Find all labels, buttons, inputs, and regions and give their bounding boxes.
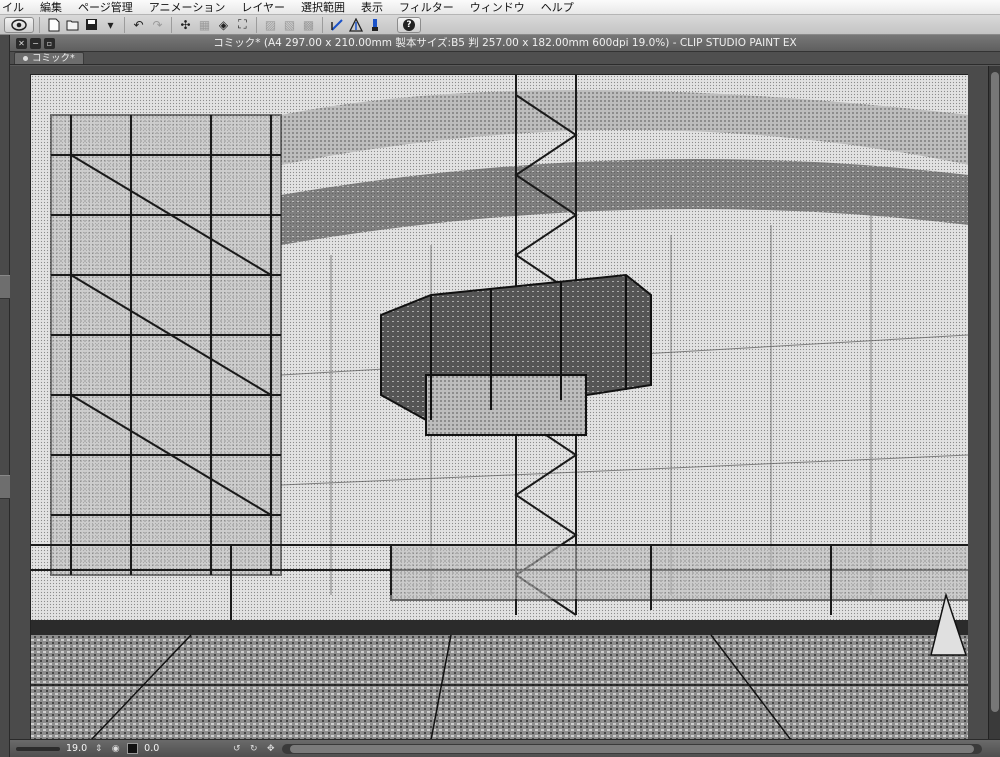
- menu-edit[interactable]: 編集: [32, 0, 70, 15]
- document-tab-bar: コミック*: [10, 52, 1000, 65]
- new-icon[interactable]: [45, 17, 62, 33]
- status-bar: 19.0 ⇕ ◉ 0.0 ↺ ↻ ✥: [10, 739, 1000, 757]
- separator: [256, 16, 257, 33]
- menu-page-management[interactable]: ページ管理: [70, 0, 141, 15]
- rotation-value[interactable]: 0.0: [144, 743, 159, 754]
- palette-handle[interactable]: [0, 275, 10, 299]
- canvas-artwork[interactable]: [30, 74, 968, 739]
- fill-icon[interactable]: ◈: [215, 17, 232, 33]
- document-tab-label: コミック*: [32, 52, 75, 64]
- clip-studio-icon[interactable]: [4, 16, 34, 33]
- window-titlebar[interactable]: ✕ − ▫ コミック* (A4 297.00 x 210.00mm 製本サイズ:…: [10, 35, 1000, 52]
- horizontal-scroll-thumb[interactable]: [290, 744, 974, 753]
- document-tab[interactable]: コミック*: [14, 52, 84, 64]
- help-button[interactable]: ?: [397, 16, 421, 33]
- canvas-area[interactable]: [10, 66, 988, 739]
- zoom-stepper-icon[interactable]: ⇕: [93, 743, 104, 754]
- invert-selection-icon[interactable]: ▧: [281, 17, 298, 33]
- left-palette-strip: [0, 35, 10, 757]
- transform-icon[interactable]: ⛶: [234, 17, 251, 33]
- separator: [124, 16, 125, 33]
- menu-file[interactable]: イル: [0, 0, 32, 15]
- separator: [322, 16, 323, 33]
- vertical-scrollbar[interactable]: [988, 66, 1000, 739]
- undo-icon[interactable]: ↶: [130, 17, 147, 33]
- separator: [171, 16, 172, 33]
- window-controls: ✕ − ▫: [10, 37, 55, 49]
- palette-handle[interactable]: [0, 475, 10, 499]
- clear-icon[interactable]: ✣: [177, 17, 194, 33]
- save-icon[interactable]: [83, 17, 100, 33]
- chevron-down-icon[interactable]: ▾: [102, 17, 119, 33]
- snap-guide-icon[interactable]: [347, 17, 364, 33]
- close-icon[interactable]: ✕: [16, 37, 27, 49]
- menu-view[interactable]: 表示: [353, 0, 391, 15]
- separator: [39, 16, 40, 33]
- reset-rotation-icon[interactable]: ✥: [265, 743, 276, 754]
- rotate-right-icon[interactable]: ↻: [248, 743, 259, 754]
- help-icon: ?: [403, 18, 415, 31]
- vertical-scroll-thumb[interactable]: [991, 72, 999, 712]
- unsaved-dot-icon: [23, 56, 28, 61]
- horizontal-scrollbar[interactable]: [282, 743, 982, 754]
- deselect-icon[interactable]: ▨: [262, 17, 279, 33]
- snap-ruler-icon[interactable]: [328, 17, 345, 33]
- window-title: コミック* (A4 297.00 x 210.00mm 製本サイズ:B5 判 2…: [213, 36, 797, 49]
- rotate-left-icon[interactable]: ↺: [231, 743, 242, 754]
- document-window: ✕ − ▫ コミック* (A4 297.00 x 210.00mm 製本サイズ:…: [10, 35, 1000, 757]
- menu-help[interactable]: ヘルプ: [533, 0, 582, 15]
- menu-bar: イル 編集 ページ管理 アニメーション レイヤー 選択範囲 表示 フィルター ウ…: [0, 0, 1000, 15]
- menu-layer[interactable]: レイヤー: [233, 0, 293, 15]
- menu-filter[interactable]: フィルター: [391, 0, 462, 15]
- menu-selection[interactable]: 選択範囲: [293, 0, 353, 15]
- canvas-illustration: [31, 75, 968, 739]
- command-bar: ▾ ↶ ↷ ✣ ▦ ◈ ⛶ ▨ ▧ ▩ ?: [0, 15, 1000, 35]
- fit-screen-icon[interactable]: ◉: [110, 743, 121, 754]
- snap-grid-icon[interactable]: [366, 17, 383, 33]
- menu-window[interactable]: ウィンドウ: [462, 0, 533, 15]
- redo-icon[interactable]: ↷: [149, 17, 166, 33]
- show-selection-icon[interactable]: ▩: [300, 17, 317, 33]
- menu-animation[interactable]: アニメーション: [141, 0, 234, 15]
- zoom-value[interactable]: 19.0: [66, 743, 87, 754]
- maximize-icon[interactable]: ▫: [44, 37, 55, 49]
- minimize-icon[interactable]: −: [30, 37, 41, 49]
- actual-size-icon[interactable]: [127, 743, 139, 754]
- open-icon[interactable]: [64, 17, 81, 33]
- zoom-slider[interactable]: [16, 746, 60, 751]
- clear-outside-icon[interactable]: ▦: [196, 17, 213, 33]
